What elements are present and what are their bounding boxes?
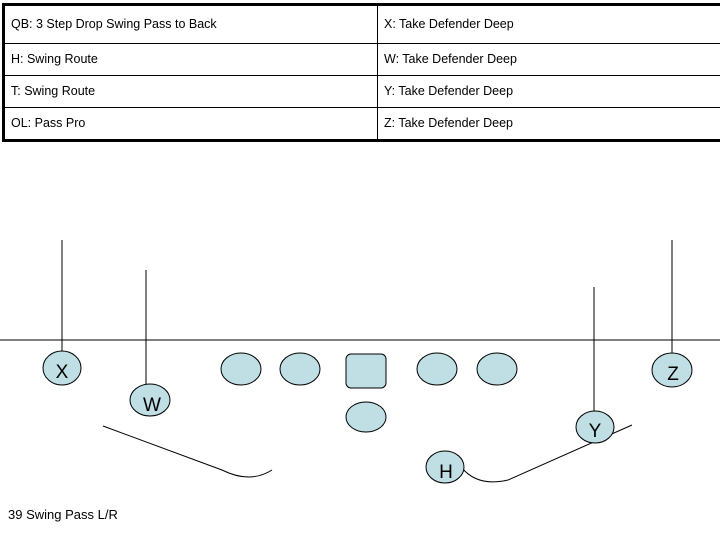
table-row: T: Swing Route Y: Take Defender Deep <box>3 75 720 108</box>
player-LG[interactable] <box>279 352 321 386</box>
assignment-cell-qb: QB: 3 Step Drop Swing Pass to Back <box>3 4 378 44</box>
player-Z[interactable]: Z <box>651 352 693 388</box>
assignment-cell-w: W: Take Defender Deep <box>377 43 720 76</box>
assignments-table-body: QB: 3 Step Drop Swing Pass to Back X: Ta… <box>3 4 720 141</box>
player-LT[interactable] <box>220 352 262 386</box>
table-row: H: Swing Route W: Take Defender Deep <box>3 43 720 76</box>
assignments-table: QB: 3 Step Drop Swing Pass to Back X: Ta… <box>2 3 720 142</box>
assignment-cell-x: X: Take Defender Deep <box>377 4 720 44</box>
player-shape-circle <box>345 401 387 433</box>
player-C[interactable] <box>345 353 387 389</box>
player-X[interactable]: X <box>42 350 82 386</box>
assignment-cell-y: Y: Take Defender Deep <box>377 75 720 108</box>
player-label-Y: Y <box>589 421 602 442</box>
player-QB[interactable] <box>345 401 387 433</box>
player-shape-circle <box>416 352 458 386</box>
table-row: QB: 3 Step Drop Swing Pass to Back X: Ta… <box>3 4 720 44</box>
player-label-X: X <box>56 362 69 383</box>
player-shape-circle <box>279 352 321 386</box>
player-shape-circle <box>220 352 262 386</box>
assignment-cell-h: H: Swing Route <box>3 43 378 76</box>
player-Y[interactable]: Y <box>575 410 615 444</box>
player-RT[interactable] <box>476 352 518 386</box>
play-diagram-page: QB: 3 Step Drop Swing Pass to Back X: Ta… <box>0 0 720 540</box>
player-W[interactable]: W <box>129 383 171 417</box>
player-shape-circle <box>476 352 518 386</box>
players-layer: X W Z Y H <box>42 350 693 484</box>
football-field-diagram: X W Z Y H <box>0 130 720 540</box>
player-label-W: W <box>143 395 161 416</box>
route-T-swing <box>102 425 273 478</box>
play-name-label: 39 Swing Pass L/R <box>8 507 118 522</box>
player-H[interactable]: H <box>425 450 465 484</box>
player-label-Z: Z <box>667 364 679 385</box>
player-shape-square <box>345 353 387 389</box>
assignment-cell-t: T: Swing Route <box>3 75 378 108</box>
player-label-H: H <box>439 462 453 483</box>
player-RG[interactable] <box>416 352 458 386</box>
